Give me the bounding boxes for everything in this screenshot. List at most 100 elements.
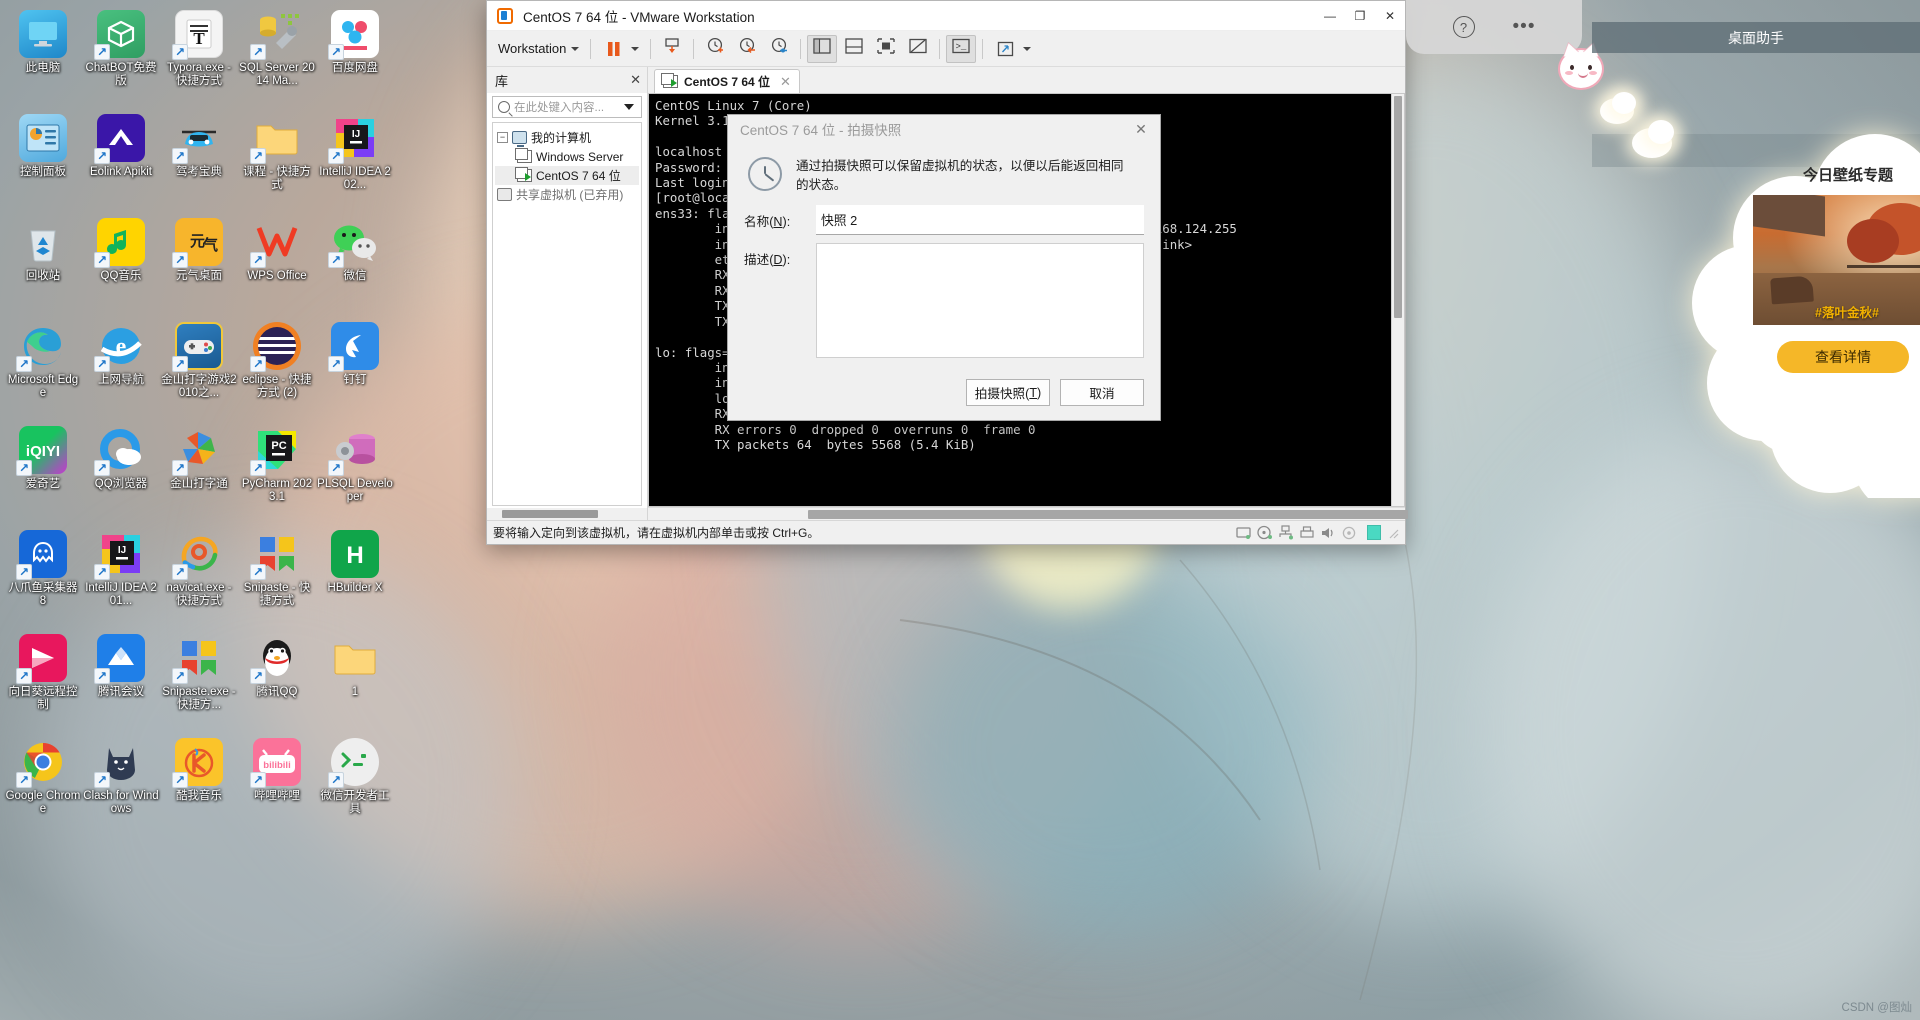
show-thumbnails-button[interactable] bbox=[839, 35, 869, 63]
revert-snapshot-button[interactable] bbox=[732, 35, 762, 63]
more-options-icon[interactable]: ••• bbox=[1513, 17, 1536, 36]
desktop-icon-typora[interactable]: T ↗ Typora.exe - 快捷方式 bbox=[160, 4, 238, 108]
desktop-icon-folder[interactable]: ↗ 课程 - 快捷方式 bbox=[238, 108, 316, 212]
desktop-icon-pycharm[interactable]: PC ↗ PyCharm 2023.1 bbox=[238, 420, 316, 524]
desktop-icon-octopus-collector[interactable]: ↗ 八爪鱼采集器 8 bbox=[4, 524, 82, 628]
resize-grip-icon[interactable] bbox=[1387, 527, 1399, 539]
desktop-icon-chrome[interactable]: ↗ Google Chrome bbox=[4, 732, 82, 836]
shortcut-arrow-icon: ↗ bbox=[250, 668, 266, 684]
desktop-icon-wps-office[interactable]: ↗ WPS Office bbox=[238, 212, 316, 316]
library-tree-item[interactable]: 共享虚拟机 (已弃用) bbox=[495, 185, 639, 204]
hard-disk-icon[interactable] bbox=[1235, 525, 1254, 541]
vm-tab-strip[interactable]: CentOS 7 64 位 ✕ bbox=[648, 67, 1405, 93]
take-snapshot-dialog[interactable]: CentOS 7 64 位 - 拍摄快照 ✕ 通过拍摄快照可以保留虚拟机的状态，… bbox=[727, 114, 1161, 421]
desktop-icon-iqiyi[interactable]: iQIYI ↗ 爱奇艺 bbox=[4, 420, 82, 524]
pause-vm-button[interactable] bbox=[597, 35, 644, 63]
desktop-icon-chatbot[interactable]: ↗ ChatBOT免费版 bbox=[82, 4, 160, 108]
desktop-icon-control-panel[interactable]: 控制面板 bbox=[4, 108, 82, 212]
cd-dvd-icon[interactable] bbox=[1256, 525, 1275, 541]
take-snapshot-button[interactable] bbox=[700, 35, 730, 63]
dialog-title-bar[interactable]: CentOS 7 64 位 - 拍摄快照 ✕ bbox=[728, 115, 1160, 143]
desktop-icon-wechat[interactable]: ↗ 微信 bbox=[316, 212, 394, 316]
tab-close-icon[interactable]: ✕ bbox=[780, 74, 791, 90]
desktop-icon-kingsoft-typing-game[interactable]: ↗ 金山打字游戏2010之... bbox=[160, 316, 238, 420]
take-snapshot-confirm-button[interactable]: 拍摄快照(T) bbox=[966, 379, 1050, 406]
desktop-icon-hbuilderx[interactable]: H HBuilder X bbox=[316, 524, 394, 628]
desktop-icon-ie-nav[interactable]: e ↗ 上网导航 bbox=[82, 316, 160, 420]
library-horizontal-scrollbar[interactable] bbox=[487, 508, 647, 520]
desktop-icon-tencent-qq[interactable]: ↗ 腾讯QQ bbox=[238, 628, 316, 732]
library-close-icon[interactable]: ✕ bbox=[630, 72, 641, 88]
desktop-icon-qq-browser[interactable]: ↗ QQ浏览器 bbox=[82, 420, 160, 524]
chevron-down-icon[interactable] bbox=[624, 104, 634, 110]
desktop-icon-plsql-developer[interactable]: ↗ PLSQL Developer bbox=[316, 420, 394, 524]
desktop-icon-eolink[interactable]: ↗ Eolink Apikit bbox=[82, 108, 160, 212]
manage-snapshots-button[interactable] bbox=[764, 35, 794, 63]
view-details-button[interactable]: 查看详情 bbox=[1777, 341, 1909, 373]
desktop-icon-folder[interactable]: 1 bbox=[316, 628, 394, 732]
screen-color-icon[interactable] bbox=[1367, 525, 1381, 540]
library-tree-item[interactable]: − 我的计算机 bbox=[495, 128, 639, 147]
usb-icon[interactable] bbox=[1340, 525, 1359, 541]
unity-mode-button[interactable]: >_ bbox=[946, 34, 977, 63]
printer-icon[interactable] bbox=[1298, 525, 1317, 541]
desktop-icon-kingsoft-typing[interactable]: ↗ 金山打字通 bbox=[160, 420, 238, 524]
desktop-icon-bilibili[interactable]: bilibili ↗ 哔哩哔哩 bbox=[238, 732, 316, 836]
tab-centos7[interactable]: CentOS 7 64 位 ✕ bbox=[654, 69, 800, 93]
wallpaper-thumbnail[interactable]: #落叶金秋# bbox=[1753, 195, 1920, 325]
minimize-button[interactable]: — bbox=[1315, 1, 1345, 31]
send-ctrl-alt-del-button[interactable] bbox=[657, 35, 687, 63]
vmware-toolbar[interactable]: Workstation >_ bbox=[487, 31, 1405, 67]
workstation-menu[interactable]: Workstation bbox=[493, 35, 584, 63]
network-adapter-icon[interactable] bbox=[1277, 524, 1296, 541]
desktop-icon-edge[interactable]: ↗ Microsoft Edge bbox=[4, 316, 82, 420]
library-panel[interactable]: 库 ✕ 在此处键入内容... − 我的计算机 Windows Server CentO… bbox=[487, 67, 648, 520]
desktop-icon-intellij-idea-2019[interactable]: IJ ↗ IntelliJ IDEA 201... bbox=[82, 524, 160, 628]
desktop-icon-intellij-idea[interactable]: IJ ↗ IntelliJ IDEA 202... bbox=[316, 108, 394, 212]
desktop-icon-baidu-netdisk[interactable]: ↗ 百度网盘 bbox=[316, 4, 394, 108]
library-tree-item[interactable]: CentOS 7 64 位 bbox=[495, 166, 639, 185]
console-vertical-scrollbar[interactable] bbox=[1391, 94, 1404, 506]
fullscreen-button[interactable] bbox=[989, 35, 1036, 63]
show-library-button[interactable] bbox=[807, 34, 838, 63]
library-search-box[interactable]: 在此处键入内容... bbox=[492, 96, 642, 118]
cancel-button[interactable]: 取消 bbox=[1060, 379, 1144, 406]
library-tree-item[interactable]: Windows Server bbox=[495, 147, 639, 166]
desktop-icon-navicat[interactable]: ↗ navicat.exe - 快捷方式 bbox=[160, 524, 238, 628]
close-button[interactable]: ✕ bbox=[1375, 1, 1405, 31]
assistant-panel[interactable]: 今日壁纸专题 #落叶金秋# 查看详情 bbox=[1645, 118, 1920, 498]
desktop-icon-this-pc[interactable]: 此电脑 bbox=[4, 4, 82, 108]
desktop-icon-kuwo-music[interactable]: ↗ 酷我音乐 bbox=[160, 732, 238, 836]
desktop-icon-snipaste-exe[interactable]: ↗ Snipaste.exe - 快捷方... bbox=[160, 628, 238, 732]
desktop-icon-recycle-bin[interactable]: 回收站 bbox=[4, 212, 82, 316]
fullscreen-caret-icon bbox=[1023, 46, 1032, 51]
desktop-icon-yuanqi-desktop[interactable]: 元气 ↗ 元气桌面 bbox=[160, 212, 238, 316]
show-console-button[interactable] bbox=[871, 35, 901, 63]
library-tree[interactable]: − 我的计算机 Windows Server CentOS 7 64 位共享虚拟机 (… bbox=[492, 122, 642, 506]
desktop-icon-tencent-meeting[interactable]: ↗ 腾讯会议 bbox=[82, 628, 160, 732]
snapshot-name-input[interactable] bbox=[816, 205, 1144, 235]
desktop-icon-sunlogin[interactable]: ↗ 向日葵远程控制 bbox=[4, 628, 82, 732]
assistant-toolbar[interactable]: ? ••• bbox=[1406, 0, 1582, 54]
console-horizontal-scrollbar[interactable] bbox=[648, 507, 1408, 520]
hide-console-button[interactable] bbox=[903, 35, 933, 63]
navicat-icon: ↗ bbox=[172, 530, 223, 580]
search-icon bbox=[498, 101, 510, 113]
help-icon[interactable]: ? bbox=[1452, 16, 1475, 38]
desktop-icon-dingtalk[interactable]: ↗ 钉钉 bbox=[316, 316, 394, 420]
snapshot-description-input[interactable] bbox=[816, 243, 1144, 358]
cat-avatar[interactable] bbox=[1558, 41, 1604, 90]
desktop-icon-label: PLSQL Developer bbox=[317, 478, 393, 503]
desktop-icon-sql-server[interactable]: ↗ SQL Server 2014 Ma... bbox=[238, 4, 316, 108]
sound-card-icon[interactable] bbox=[1319, 525, 1338, 541]
desktop-icon-qq-music[interactable]: ↗ QQ音乐 bbox=[82, 212, 160, 316]
desktop-icon-snipaste[interactable]: ↗ Snipaste - 快捷方式 bbox=[238, 524, 316, 628]
vmware-title-bar[interactable]: CentOS 7 64 位 - VMware Workstation — ❐ ✕ bbox=[487, 1, 1405, 31]
desktop-icon-jiakao[interactable]: ↗ 驾考宝典 bbox=[160, 108, 238, 212]
desktop-icon-wechat-devtools[interactable]: ↗ 微信开发者工具 bbox=[316, 732, 394, 836]
desktop-icon-eclipse[interactable]: ↗ eclipse - 快捷方式 (2) bbox=[238, 316, 316, 420]
maximize-button[interactable]: ❐ bbox=[1345, 1, 1375, 31]
dialog-close-icon[interactable]: ✕ bbox=[1128, 121, 1154, 138]
collapse-icon[interactable]: − bbox=[497, 132, 508, 143]
desktop-icon-clash[interactable]: ↗ Clash for Windows bbox=[82, 732, 160, 836]
